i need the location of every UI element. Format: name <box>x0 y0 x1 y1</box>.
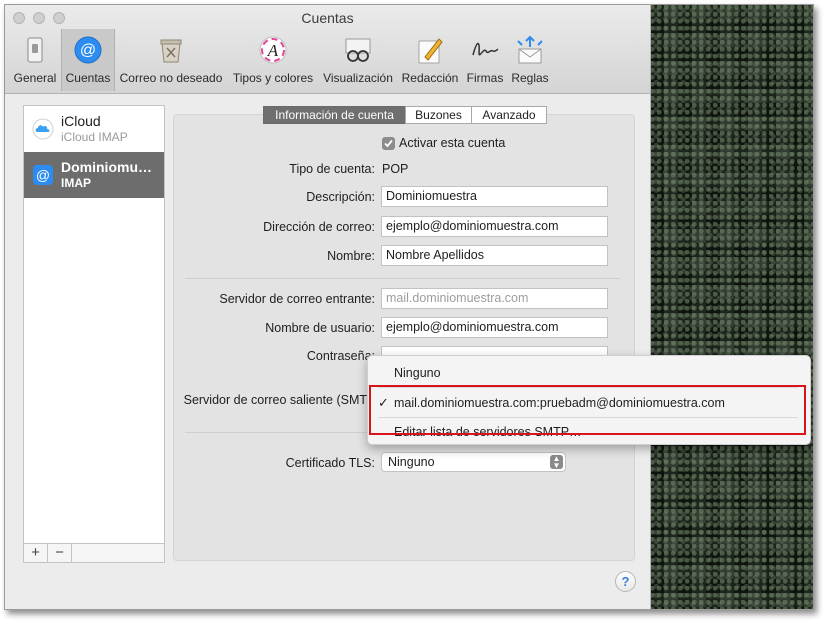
at-sign-icon: @ <box>33 165 53 185</box>
toolbar-signatures[interactable]: Firmas <box>463 29 507 91</box>
toolbar-general[interactable]: General <box>11 29 59 91</box>
pencil-icon <box>418 38 443 64</box>
toolbar-composing-label: Redacción <box>401 71 459 85</box>
toolbar-viewing[interactable]: Visualización <box>319 29 397 91</box>
account-list-footer: + − <box>24 543 164 562</box>
menu-item-none[interactable]: Ninguno <box>368 363 810 383</box>
toolbar-general-label: General <box>13 71 57 85</box>
signature-icon <box>472 42 499 56</box>
toolbar-junk-mail[interactable]: Correo no deseado <box>117 29 225 91</box>
full-name-field[interactable]: Nombre Apellidos <box>381 245 608 266</box>
remove-account-button[interactable]: − <box>48 544 72 562</box>
svg-text:@: @ <box>80 42 96 59</box>
password-label: Contraseña: <box>306 349 375 363</box>
username-field[interactable]: ejemplo@dominiomuestra.com <box>381 317 608 338</box>
tab-account-info[interactable]: Información de cuenta <box>263 106 406 124</box>
incoming-server-label: Servidor de correo entrante: <box>219 292 375 306</box>
enable-account-checkbox[interactable] <box>382 137 395 150</box>
username-label: Nombre de usuario: <box>265 321 375 335</box>
tls-certificate-select[interactable]: Ninguno ▲ ▼ <box>381 452 566 472</box>
preferences-window: Cuentas General @ Cuentas Correo no dese… <box>5 5 811 609</box>
toolbar-composing[interactable]: Redacción <box>399 29 461 91</box>
at-sign-icon: @ <box>74 36 102 64</box>
help-button[interactable]: ? <box>615 571 636 592</box>
tab-mailboxes[interactable]: Buzones <box>405 106 472 124</box>
tls-certificate-label: Certificado TLS: <box>285 456 375 470</box>
email-address-label: Dirección de correo: <box>263 220 375 234</box>
window-title: Cuentas <box>301 10 354 26</box>
toolbar-viewing-label: Visualización <box>323 71 393 85</box>
enable-account-label: Activar esta cuenta <box>399 136 506 150</box>
full-name-label: Nombre: <box>327 249 375 263</box>
toolbar-cuentas-label: Cuentas <box>65 71 111 85</box>
account-type: iCloud IMAP <box>61 130 128 144</box>
cloud-icon <box>32 118 54 140</box>
add-account-button[interactable]: + <box>24 544 48 562</box>
incoming-server-field[interactable]: mail.dominiomuestra.com <box>381 288 608 309</box>
outgoing-server-label: Servidor de correo saliente (SMTP): <box>183 393 383 407</box>
rules-envelope-icon <box>517 35 543 64</box>
junk-bin-icon <box>160 39 182 63</box>
title-bar: Cuentas General @ Cuentas Correo no dese… <box>5 5 650 94</box>
toolbar-rules[interactable]: Reglas <box>508 29 552 91</box>
description-field[interactable]: Dominiomuestra <box>381 186 608 207</box>
account-type: IMAP <box>61 176 91 190</box>
glasses-icon <box>345 38 371 62</box>
svg-text:A: A <box>267 41 279 60</box>
toolbar-rules-label: Reglas <box>511 71 549 85</box>
checkmark-icon <box>384 139 393 148</box>
tab-advanced[interactable]: Avanzado <box>471 106 547 124</box>
svg-text:@: @ <box>36 167 50 183</box>
desktop-background <box>650 5 813 609</box>
account-item-icloud[interactable]: iCloud iCloud IMAP <box>24 106 164 152</box>
tls-certificate-value: Ninguno <box>388 455 435 469</box>
toolbar-signatures-label: Firmas <box>466 71 504 85</box>
screenshot-frame: Cuentas General @ Cuentas Correo no dese… <box>4 4 814 610</box>
font-a-icon: A <box>259 36 287 64</box>
toolbar-fonts-colors-label: Tipos y colores <box>232 71 314 85</box>
account-type-value: POP <box>382 162 409 176</box>
toolbar-cuentas[interactable]: @ Cuentas <box>61 29 115 91</box>
section-divider <box>185 278 620 279</box>
annotation-highlight-box <box>369 385 806 435</box>
email-address-field[interactable]: ejemplo@dominiomuestra.com <box>381 216 608 237</box>
account-type-label: Tipo de cuenta: <box>289 162 375 176</box>
menu-item-label: Ninguno <box>394 366 441 380</box>
account-name: iCloud <box>61 113 101 129</box>
description-label: Descripción: <box>306 190 375 204</box>
toolbar-fonts-colors[interactable]: A Tipos y colores <box>229 29 317 91</box>
switch-icon <box>27 37 43 63</box>
up-down-chevron-icon: ▲ ▼ <box>550 455 563 470</box>
toolbar-junk-mail-label: Correo no deseado <box>119 71 223 85</box>
